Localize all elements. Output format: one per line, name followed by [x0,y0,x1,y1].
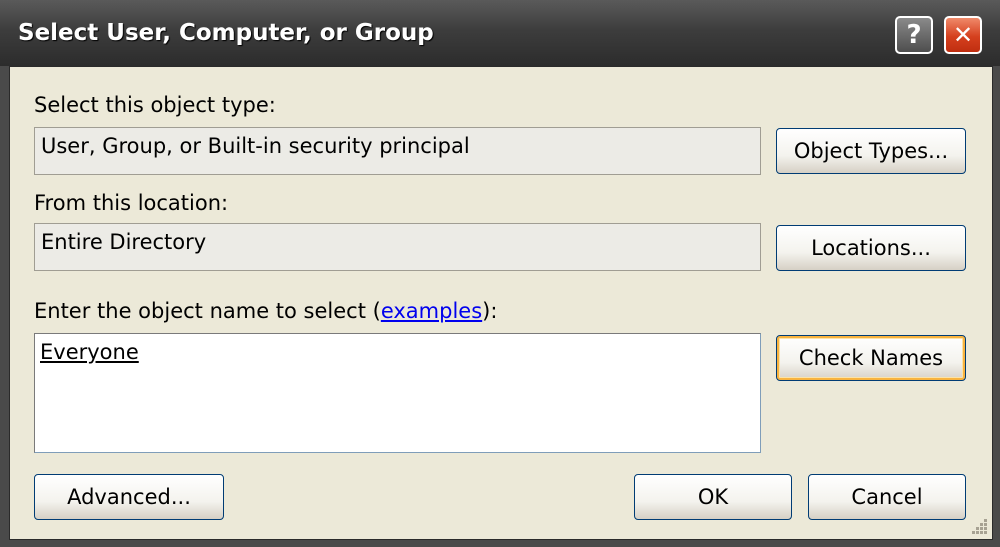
location-value: Entire Directory [41,230,207,254]
object-type-field: User, Group, or Built-in security princi… [34,127,761,175]
object-name-label-suffix: ): [482,299,498,323]
resize-grip-icon[interactable] [970,517,988,535]
object-type-label: Select this object type: [34,93,276,117]
locations-button[interactable]: Locations... [776,225,966,271]
help-button[interactable]: ? [895,16,933,54]
close-button[interactable]: ✕ [944,16,982,54]
location-field: Entire Directory [34,223,761,271]
close-icon: ✕ [952,21,974,49]
dialog-client-area: Select this object type: User, Group, or… [9,66,993,540]
object-name-entry[interactable]: Everyone [40,340,139,364]
dialog-window: Select User, Computer, or Group ? ✕ Sele… [0,0,1000,547]
title-bar[interactable]: Select User, Computer, or Group ? ✕ [0,0,1000,66]
object-type-value: User, Group, or Built-in security princi… [41,134,470,158]
advanced-button[interactable]: Advanced... [34,474,224,520]
check-names-button[interactable]: Check Names [776,335,966,381]
examples-link[interactable]: examples [381,299,482,323]
object-name-input[interactable]: Everyone [34,333,761,453]
object-name-label-prefix: Enter the object name to select ( [34,299,381,323]
help-icon: ? [906,20,922,50]
cancel-button[interactable]: Cancel [808,474,966,520]
object-types-button[interactable]: Object Types... [776,128,966,174]
window-title: Select User, Computer, or Group [18,20,434,46]
location-label: From this location: [34,191,229,215]
object-name-label: Enter the object name to select (example… [34,299,497,323]
ok-button[interactable]: OK [634,474,792,520]
